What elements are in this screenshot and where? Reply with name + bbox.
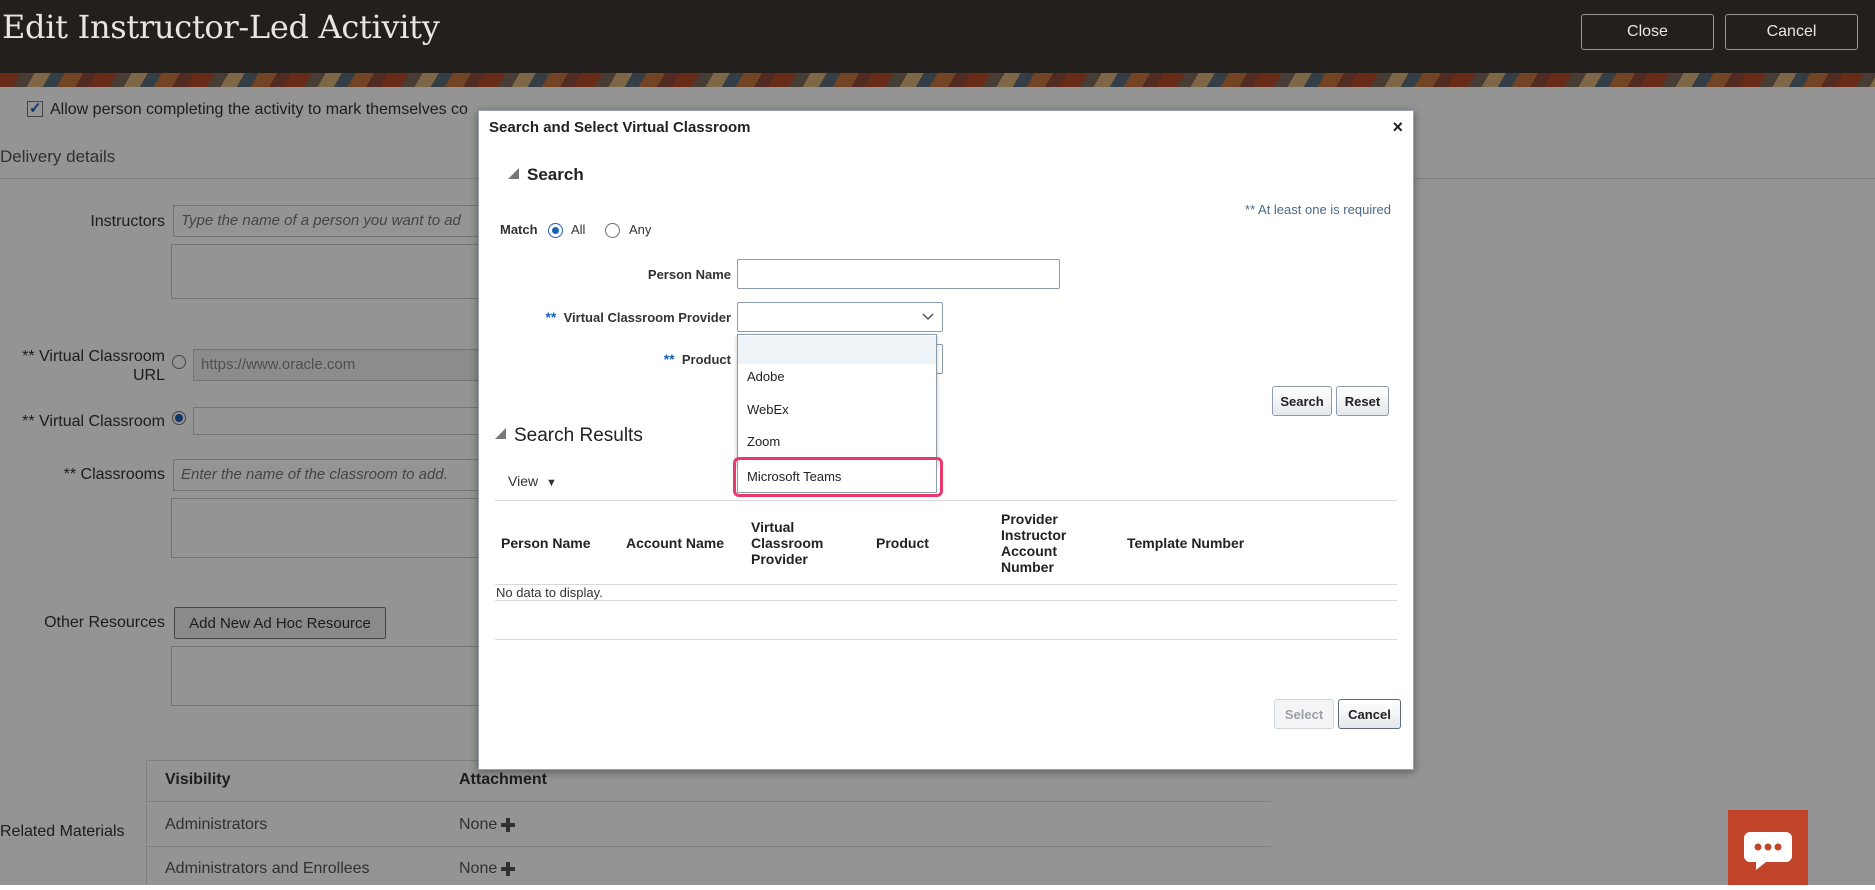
collapse-triangle-icon <box>495 428 506 440</box>
provider-option-adobe[interactable]: Adobe <box>738 361 936 393</box>
match-any-label: Any <box>629 222 652 237</box>
chat-widget-button[interactable] <box>1728 810 1808 885</box>
product-label-group: ** Product <box>579 351 731 367</box>
column-header-product[interactable]: Product <box>876 535 929 551</box>
search-button[interactable]: Search <box>1272 386 1332 416</box>
chevron-down-icon <box>922 313 934 321</box>
product-label: Product <box>681 352 731 367</box>
select-button[interactable]: Select <box>1274 699 1334 729</box>
required-marker: ** <box>663 351 675 367</box>
provider-label: Virtual Classroom Provider <box>563 310 731 325</box>
page-header: Edit Instructor-Led Activity Close Cance… <box>0 0 1875 73</box>
provider-option-webex[interactable]: WebEx <box>738 394 936 426</box>
no-data-text: No data to display. <box>496 585 603 600</box>
provider-dropdown-list: Adobe WebEx Zoom <box>737 334 937 466</box>
results-section-header[interactable]: Search Results <box>495 425 643 447</box>
match-label: Match <box>500 222 538 237</box>
match-all-label: All <box>571 222 586 237</box>
collapse-triangle-icon <box>508 168 519 180</box>
provider-option-zoom[interactable]: Zoom <box>738 426 936 458</box>
search-heading: Search <box>527 165 584 184</box>
provider-option-blank[interactable] <box>738 336 936 364</box>
view-menu-label: View <box>508 473 539 489</box>
column-header-provider-instructor-account-number[interactable]: Provider Instructor Account Number <box>1001 511 1091 575</box>
column-header-account-name[interactable]: Account Name <box>626 535 724 551</box>
match-all-radio[interactable] <box>548 223 563 238</box>
divider <box>495 639 1397 640</box>
dialog-cancel-button[interactable]: Cancel <box>1338 699 1401 729</box>
virtual-classroom-search-dialog: Search and Select Virtual Classroom × Se… <box>478 110 1414 770</box>
dialog-title: Search and Select Virtual Classroom <box>489 119 751 136</box>
provider-label-group: ** Virtual Classroom Provider <box>519 309 731 325</box>
header-cancel-button[interactable]: Cancel <box>1725 14 1858 50</box>
provider-select[interactable] <box>737 302 943 332</box>
view-menu[interactable]: View ▼ <box>508 473 557 489</box>
close-button[interactable]: Close <box>1581 14 1714 50</box>
person-name-label: Person Name <box>647 267 731 282</box>
required-marker: ** <box>545 309 557 325</box>
required-note: ** At least one is required <box>1245 202 1391 217</box>
column-header-template-number[interactable]: Template Number <box>1127 535 1244 551</box>
match-any-radio[interactable] <box>605 223 620 238</box>
close-icon[interactable]: × <box>1392 117 1403 138</box>
person-name-input[interactable] <box>737 259 1060 289</box>
provider-option-microsoft-teams[interactable]: Microsoft Teams <box>737 461 937 493</box>
column-header-provider[interactable]: Virtual Classroom Provider <box>751 519 841 567</box>
results-heading: Search Results <box>514 425 643 446</box>
column-header-person-name[interactable]: Person Name <box>501 535 590 551</box>
page-title: Edit Instructor-Led Activity <box>2 8 440 46</box>
reset-button[interactable]: Reset <box>1336 386 1389 416</box>
divider <box>495 600 1397 601</box>
divider <box>495 584 1397 585</box>
chat-icon <box>1744 832 1792 870</box>
dropdown-arrow-icon: ▼ <box>545 477 557 489</box>
divider <box>495 500 1397 501</box>
search-section-header[interactable]: Search <box>508 165 584 185</box>
